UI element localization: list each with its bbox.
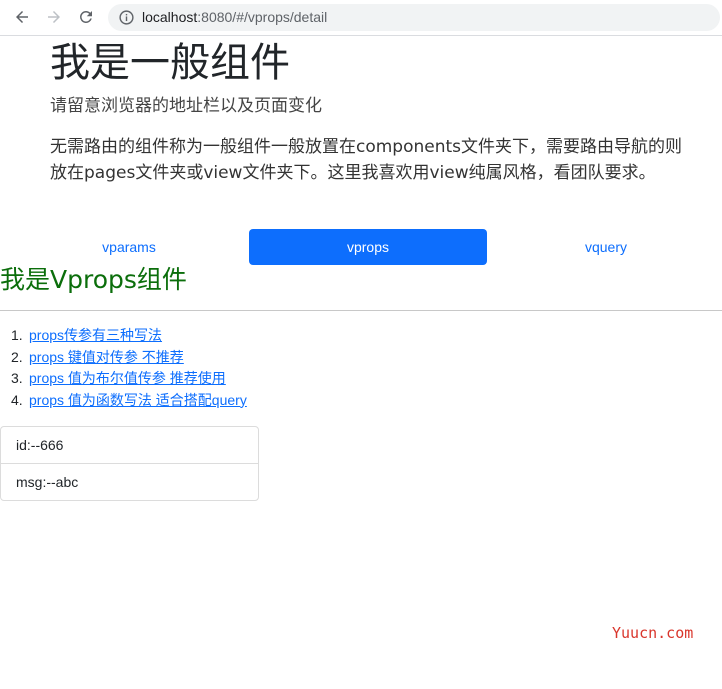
list-number: 1. <box>11 327 23 343</box>
detail-list-group: id:--666 msg:--abc <box>0 426 259 501</box>
url-host: localhost <box>142 9 198 25</box>
tab-vparams[interactable]: vparams <box>10 229 248 265</box>
url-path: :8080/#/vprops/detail <box>197 9 328 25</box>
address-bar[interactable]: localhost:8080/#/vprops/detail <box>108 4 720 31</box>
back-arrow-icon[interactable] <box>11 6 33 28</box>
list-number: 3. <box>11 370 23 387</box>
list-item: 1. props传参有三种写法 <box>11 325 247 347</box>
component-heading: 我是Vprops组件 <box>0 265 187 294</box>
link-props-function[interactable]: props 值为函数写法 适合搭配query <box>29 392 247 408</box>
page-title: 我是一般组件 <box>50 40 290 86</box>
watermark: Yuucn.com <box>612 624 694 642</box>
reload-icon[interactable] <box>75 6 97 28</box>
forward-arrow-icon[interactable] <box>43 6 65 28</box>
props-link-list: 1. props传参有三种写法 2. props 键值对传参 不推荐 3. props… <box>11 325 247 411</box>
url-text[interactable]: localhost:8080/#/vprops/detail <box>142 8 327 27</box>
list-number: 2. <box>11 348 23 365</box>
list-item: 2. props 键值对传参 不推荐 <box>11 347 247 369</box>
list-item: 4. props 值为函数写法 适合搭配query <box>11 390 247 412</box>
tab-vquery[interactable]: vquery <box>487 229 722 265</box>
link-props-key-value[interactable]: props 键值对传参 不推荐 <box>29 349 184 365</box>
detail-msg: msg:--abc <box>1 463 258 500</box>
tab-vprops[interactable]: vprops <box>249 229 487 265</box>
browser-toolbar: localhost:8080/#/vprops/detail <box>0 0 722 36</box>
list-item: 3. props 值为布尔值传参 推荐使用 <box>11 368 247 390</box>
info-icon[interactable] <box>118 9 135 26</box>
page-description: 无需路由的组件称为一般组件一般放置在components文件夹下，需要路由导航的… <box>50 137 683 183</box>
link-props-three-ways[interactable]: props传参有三种写法 <box>29 327 162 343</box>
detail-id: id:--666 <box>16 437 64 453</box>
list-number: 4. <box>11 391 23 408</box>
route-tabs: vparams vprops vquery <box>10 229 722 265</box>
page-subtitle: 请留意浏览器的地址栏以及页面变化 <box>50 96 322 116</box>
divider <box>0 310 722 311</box>
link-props-boolean[interactable]: props 值为布尔值传参 推荐使用 <box>29 370 226 386</box>
